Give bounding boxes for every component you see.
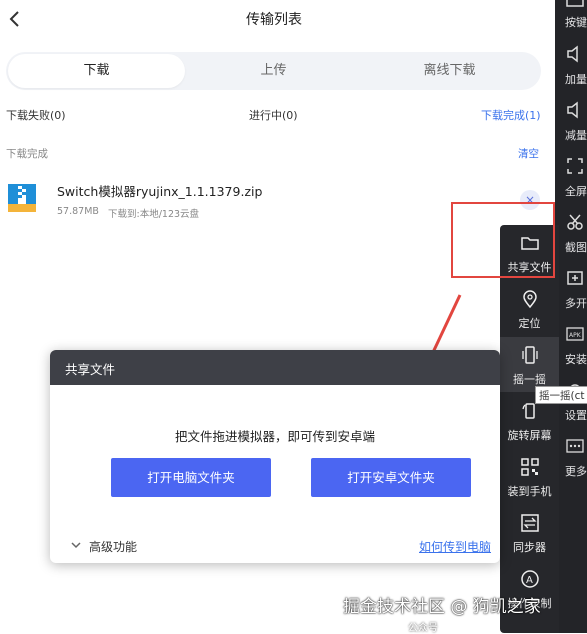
file-destination: 下载到:本地/123云盘 xyxy=(108,209,200,220)
dialog-title: 共享文件 xyxy=(65,362,116,377)
emulator-toolbar: 按键 加量 减量 全屏 截图 多开 APK 安装 设置 更多 xyxy=(555,0,587,633)
shake-tooltip: 摇一摇(ct xyxy=(535,386,587,404)
completed-count[interactable]: 下载完成(1) xyxy=(481,107,541,123)
open-android-folder-button[interactable]: 打开安卓文件夹 xyxy=(311,458,471,497)
more-icon xyxy=(566,439,584,453)
toolbar-label: 截图 xyxy=(565,241,587,254)
file-size: 57.87MB xyxy=(57,206,99,217)
menu-label: 摇一摇 xyxy=(513,373,546,386)
record-icon: A xyxy=(521,570,539,588)
watermark-sub: 公众号 xyxy=(408,623,438,634)
toolbar-volume-up[interactable]: 加量 xyxy=(555,42,587,98)
toolbar-label: 设置 xyxy=(565,409,587,422)
toolbar-multi-instance[interactable]: 多开 xyxy=(555,266,587,322)
dialog-message: 把文件拖进模拟器，即可传到安卓端 xyxy=(174,429,375,444)
location-pin-icon xyxy=(523,290,537,309)
help-link[interactable]: 如何传到电脑 xyxy=(419,538,491,555)
menu-label: 旋转屏幕 xyxy=(507,429,552,442)
in-progress-count[interactable]: 进行中(0) xyxy=(249,107,298,123)
scissors-icon xyxy=(567,214,583,230)
tab-offline-download[interactable]: 离线下载 xyxy=(362,52,537,90)
volume-up-icon xyxy=(567,45,578,63)
apk-icon: APK xyxy=(566,327,584,341)
clear-link[interactable]: 清空 xyxy=(518,146,539,161)
rotate-screen-icon xyxy=(522,403,535,419)
menu-label: 同步器 xyxy=(513,541,546,554)
tab-bar: 下载 上传 离线下载 xyxy=(6,52,541,90)
chevron-down-icon[interactable] xyxy=(70,540,82,550)
toolbar-label: 按键 xyxy=(565,16,587,29)
page-title: 传输列表 xyxy=(246,12,302,28)
volume-down-icon xyxy=(567,101,578,119)
qr-code-icon xyxy=(521,458,539,476)
zip-file-icon xyxy=(8,184,36,212)
toolbar-fullscreen[interactable]: 全屏 xyxy=(555,154,587,210)
toolbar-label: 加量 xyxy=(565,73,587,86)
section-label: 下载完成 xyxy=(6,148,48,160)
toolbar-label: 全屏 xyxy=(565,185,587,198)
menu-label: 装到手机 xyxy=(507,485,552,498)
toolbar-more[interactable]: 更多 xyxy=(555,434,587,490)
floating-menu: 共享文件 定位 摇一摇 旋转屏幕 装到手机 同步器 A 操作录制 xyxy=(500,225,559,633)
svg-text:APK: APK xyxy=(569,332,582,339)
menu-shake[interactable]: 摇一摇 xyxy=(500,337,559,392)
svg-text:A: A xyxy=(526,575,533,586)
tab-download[interactable]: 下载 xyxy=(8,54,185,88)
toolbar-label: 减量 xyxy=(565,129,587,142)
toolbar-label: 多开 xyxy=(565,297,587,310)
watermark: 掘金技术社区 @ 狗凯之家 xyxy=(343,597,541,617)
multi-instance-icon xyxy=(567,271,583,285)
open-pc-folder-button[interactable]: 打开电脑文件夹 xyxy=(111,458,271,497)
share-files-dialog: 共享文件 把文件拖进模拟器，即可传到安卓端 打开电脑文件夹 打开安卓文件夹 高级… xyxy=(50,350,500,563)
shake-icon xyxy=(522,346,538,364)
menu-sync[interactable]: 同步器 xyxy=(500,505,559,560)
menu-install-phone[interactable]: 装到手机 xyxy=(500,449,559,504)
toolbar-volume-down[interactable]: 减量 xyxy=(555,98,587,154)
advanced-toggle[interactable]: 高级功能 xyxy=(89,538,137,555)
keyboard-icon xyxy=(566,0,584,7)
fullscreen-icon xyxy=(567,158,583,174)
toolbar-label: 更多 xyxy=(565,465,587,478)
failed-count[interactable]: 下载失败(0) xyxy=(6,107,66,123)
highlight-box xyxy=(451,202,555,278)
toolbar-label: 安装 xyxy=(565,353,587,366)
menu-label: 定位 xyxy=(518,317,541,330)
sync-icon xyxy=(521,514,539,532)
toolbar-install-apk[interactable]: APK 安装 xyxy=(555,322,587,378)
dialog-header: 共享文件 xyxy=(50,350,500,385)
menu-location[interactable]: 定位 xyxy=(500,281,559,336)
header: 传输列表 xyxy=(0,0,555,40)
file-name: Switch模拟器ryujinx_1.1.1379.zip xyxy=(57,184,263,199)
toolbar-screenshot[interactable]: 截图 xyxy=(555,210,587,266)
tab-upload[interactable]: 上传 xyxy=(186,52,361,90)
